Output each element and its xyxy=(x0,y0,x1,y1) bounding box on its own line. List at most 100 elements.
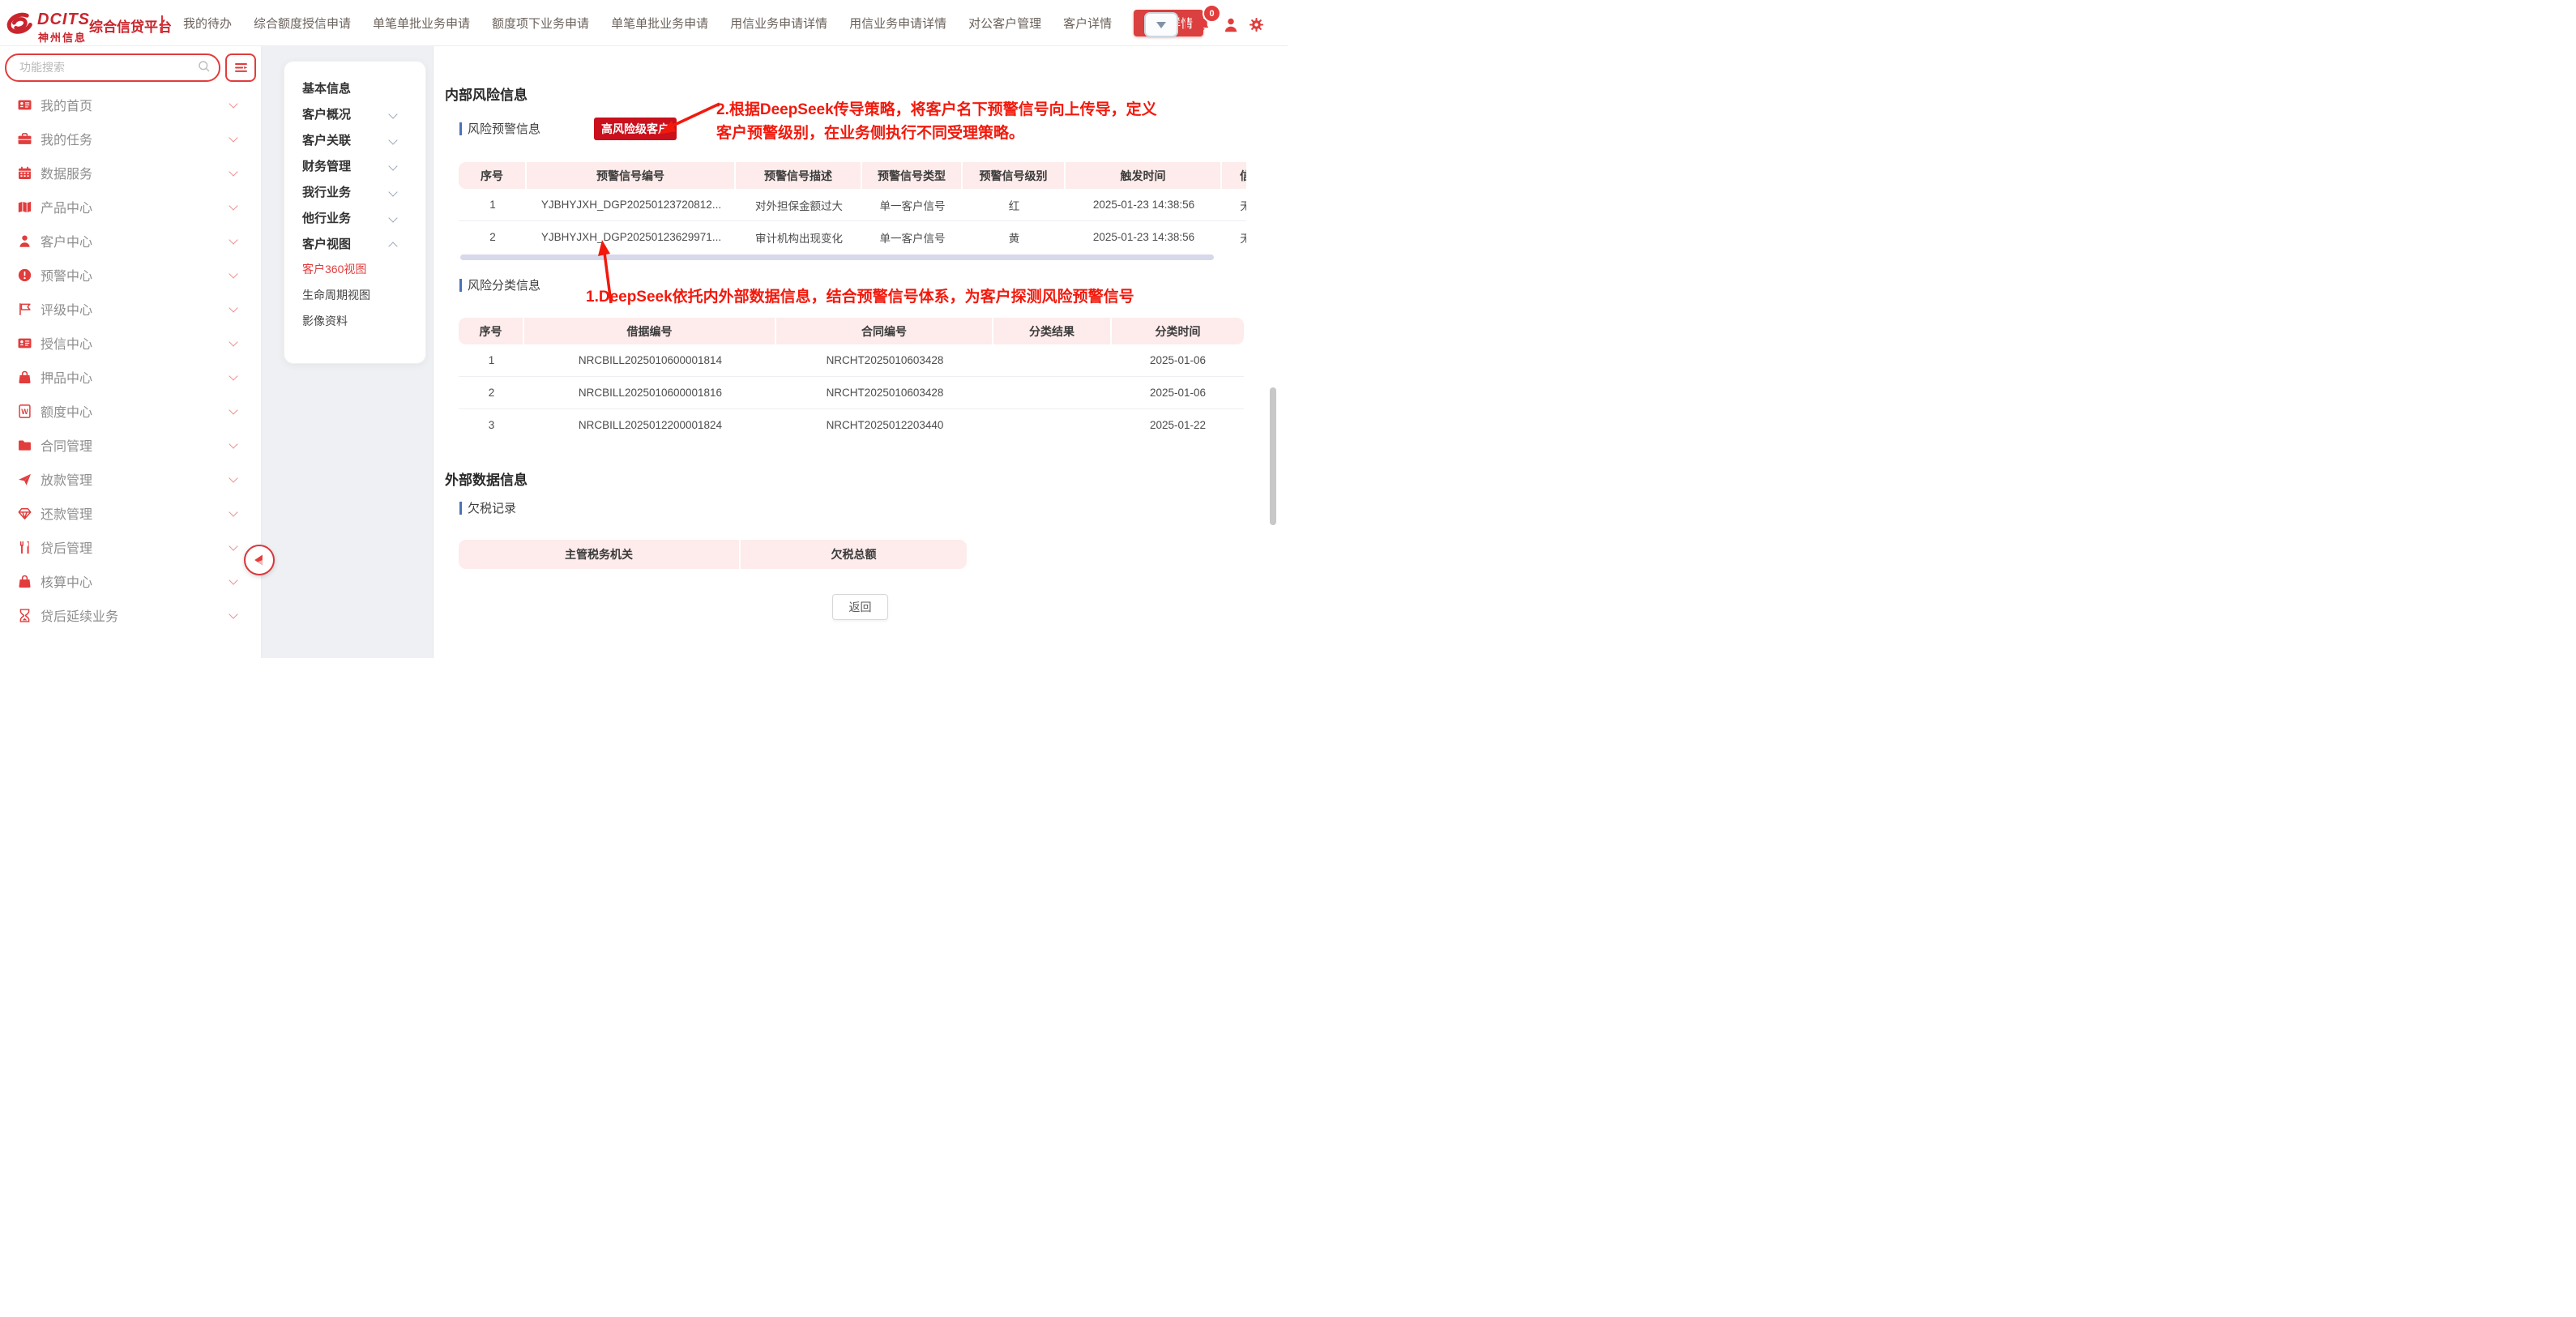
cell-trigger-time: 2025-01-23 14:38:56 xyxy=(1066,221,1222,253)
user-icon xyxy=(18,234,32,248)
annotation-2-line1: 2.根据DeepSeek传导策略，将客户名下预警信号向上传导，定义 xyxy=(716,98,1157,122)
sidebar-item-label: 评级中心 xyxy=(41,299,92,319)
cell-classify-time: 2025-01-06 xyxy=(1112,377,1244,409)
submenu-item-customer-overview[interactable]: 客户概况 xyxy=(284,100,425,126)
tabs-dropdown-button[interactable] xyxy=(1144,12,1178,37)
cell-signal-no: YJBHYJXH_DGP20250123629971... xyxy=(527,221,736,253)
sidebar-item-label: 合同管理 xyxy=(41,435,92,455)
submenu-item-customer-360-view[interactable]: 客户360视图 xyxy=(284,256,425,282)
sidebar-item-accounting-center[interactable]: 核算中心 xyxy=(0,564,261,598)
sidebar-item-label: 预警中心 xyxy=(41,265,92,284)
search-icon xyxy=(198,60,211,77)
section-label: 风险分类信息 xyxy=(468,276,540,293)
sidebar-item-customer-center[interactable]: 客户中心 xyxy=(0,224,261,258)
submenu-item-customer-relation[interactable]: 客户关联 xyxy=(284,126,425,152)
search-input[interactable] xyxy=(18,58,183,77)
cell-trigger-time: 2025-01-23 14:38:56 xyxy=(1066,189,1222,221)
nav-item-under-limit[interactable]: 额度项下业务申请 xyxy=(492,15,589,32)
submenu-label: 客户视图 xyxy=(302,235,351,252)
chevron-down-icon xyxy=(229,303,237,312)
table-row[interactable]: 3 NRCBILL2025012200001824 NRCHT202501220… xyxy=(459,409,1244,441)
col-header-signal-level: 预警信号级别 xyxy=(963,162,1066,189)
submenu-item-our-bank-business[interactable]: 我行业务 xyxy=(284,178,425,204)
chevron-down-icon xyxy=(388,213,397,222)
sidebar-item-limit-center[interactable]: W 额度中心 xyxy=(0,394,261,428)
svg-text:W: W xyxy=(21,407,28,415)
chevron-down-icon xyxy=(388,135,397,144)
sidebar-item-disbursement-mgmt[interactable]: 放款管理 xyxy=(0,462,261,496)
submenu-item-basic-info[interactable]: 基本信息 xyxy=(284,75,425,100)
nav-item-single-batch-1[interactable]: 单笔单批业务申请 xyxy=(373,15,470,32)
cell-signal-desc: 对外担保金额过大 xyxy=(736,189,862,221)
nav-item-corp-customer-mgmt[interactable]: 对公客户管理 xyxy=(968,15,1041,32)
sidebar-item-post-loan-continuation[interactable]: 贷后延续业务 xyxy=(0,598,261,632)
vertical-scrollbar[interactable] xyxy=(1270,387,1276,525)
sidebar-item-repayment-mgmt[interactable]: 还款管理 xyxy=(0,496,261,530)
chevron-down-icon xyxy=(229,473,237,482)
tax-arrears-section-header: 欠税记录 xyxy=(459,499,516,516)
cell-classify-time: 2025-01-22 xyxy=(1112,409,1244,441)
section-marker-bar xyxy=(459,502,462,515)
sidebar-item-rating-center[interactable]: 评级中心 xyxy=(0,292,261,326)
submenu-item-other-bank-business[interactable]: 他行业务 xyxy=(284,204,425,230)
alert-icon xyxy=(18,268,32,282)
nav-item-my-todo[interactable]: 我的待办 xyxy=(183,15,232,32)
tax-table-container: 主管税务机关 欠税总额 xyxy=(459,540,967,571)
cell-signal-no: YJBHYJXH_DGP20250123720812... xyxy=(527,189,736,221)
sidebar-collapse-button[interactable] xyxy=(244,545,275,575)
nav-item-single-batch-2[interactable]: 单笔单批业务申请 xyxy=(611,15,708,32)
user-icon[interactable] xyxy=(1223,17,1239,37)
col-header-seq: 序号 xyxy=(459,318,524,344)
chevron-down-icon xyxy=(229,541,237,550)
nav-item-loan-detail-2[interactable]: 用信业务申请详情 xyxy=(849,15,946,32)
table-row[interactable]: 1 NRCBILL2025010600001814 NRCHT202501060… xyxy=(459,344,1244,377)
sidebar-item-label: 贷后延续业务 xyxy=(41,605,118,625)
sidebar-item-product-center[interactable]: 产品中心 xyxy=(0,190,261,224)
sidebar-item-my-home[interactable]: 我的首页 xyxy=(0,88,261,122)
table-row[interactable]: 2 YJBHYJXH_DGP20250123629971... 审计机构出现变化… xyxy=(459,221,1246,253)
sidebar-item-warning-center[interactable]: 预警中心 xyxy=(0,258,261,292)
cell-classify-result xyxy=(993,409,1112,441)
menu-collapse-button[interactable] xyxy=(225,53,256,82)
sidebar-item-post-loan-mgmt[interactable]: 贷后管理 xyxy=(0,530,261,564)
annotation-arrow-to-badge xyxy=(648,96,725,143)
nav-item-loan-detail-1[interactable]: 用信业务申请详情 xyxy=(730,15,827,32)
submenu-item-lifecycle-view[interactable]: 生命周期视图 xyxy=(284,282,425,308)
col-header-contract-no: 合同编号 xyxy=(776,318,993,344)
cell-signal-type: 单一客户信号 xyxy=(862,189,963,221)
back-button[interactable]: 返回 xyxy=(832,594,888,620)
chevron-down-icon xyxy=(229,507,237,516)
sidebar-item-label: 授信中心 xyxy=(41,333,92,353)
annotation-2-line2: 客户预警级别，在业务侧执行不同受理策略。 xyxy=(716,122,1157,145)
submenu-item-finance-mgmt[interactable]: 财务管理 xyxy=(284,152,425,178)
submenu-label: 客户关联 xyxy=(302,131,351,148)
table-row[interactable]: 1 YJBHYJXH_DGP20250123720812... 对外担保金额过大… xyxy=(459,189,1246,221)
sidebar-item-credit-center[interactable]: 授信中心 xyxy=(0,326,261,360)
submenu-item-customer-view[interactable]: 客户视图 xyxy=(284,230,425,256)
sidebar-item-data-service[interactable]: 数据服务 xyxy=(0,156,261,190)
cell-signal-type: 单一客户信号 xyxy=(862,221,963,253)
risk-classify-table: 序号 借据编号 合同编号 分类结果 分类时间 1 NRCBILL20250106… xyxy=(459,318,1244,441)
chevron-down-icon xyxy=(229,133,237,142)
sidebar-item-contract-mgmt[interactable]: 合同管理 xyxy=(0,428,261,462)
table-row[interactable]: 2 NRCBILL2025010600001816 NRCHT202501060… xyxy=(459,377,1244,409)
horizontal-scrollbar[interactable] xyxy=(460,254,1214,260)
col-header-seq: 序号 xyxy=(459,162,527,189)
nav-item-customer-detail[interactable]: 客户详情 xyxy=(1063,15,1112,32)
map-icon xyxy=(18,200,32,214)
annotation-arrow-to-table xyxy=(595,238,619,308)
col-header-trigger-time: 触发时间 xyxy=(1066,162,1222,189)
submenu-item-image-materials[interactable]: 影像资料 xyxy=(284,308,425,334)
chevron-down-icon xyxy=(229,575,237,584)
brand-name: DCITS xyxy=(37,11,90,29)
sidebar-item-label: 我的任务 xyxy=(41,129,92,148)
nav-item-credit-apply[interactable]: 综合额度授信申请 xyxy=(254,15,351,32)
sidebar-item-collateral-center[interactable]: 押品中心 xyxy=(0,360,261,394)
sidebar-item-my-tasks[interactable]: 我的任务 xyxy=(0,122,261,156)
cell-signal-level: 红 xyxy=(963,189,1066,221)
cell-classify-time: 2025-01-06 xyxy=(1112,344,1244,377)
cell-seq: 2 xyxy=(459,221,527,253)
gear-icon[interactable] xyxy=(1249,17,1264,36)
col-header-signal-no: 预警信号编号 xyxy=(527,162,736,189)
folder-icon xyxy=(18,438,32,452)
